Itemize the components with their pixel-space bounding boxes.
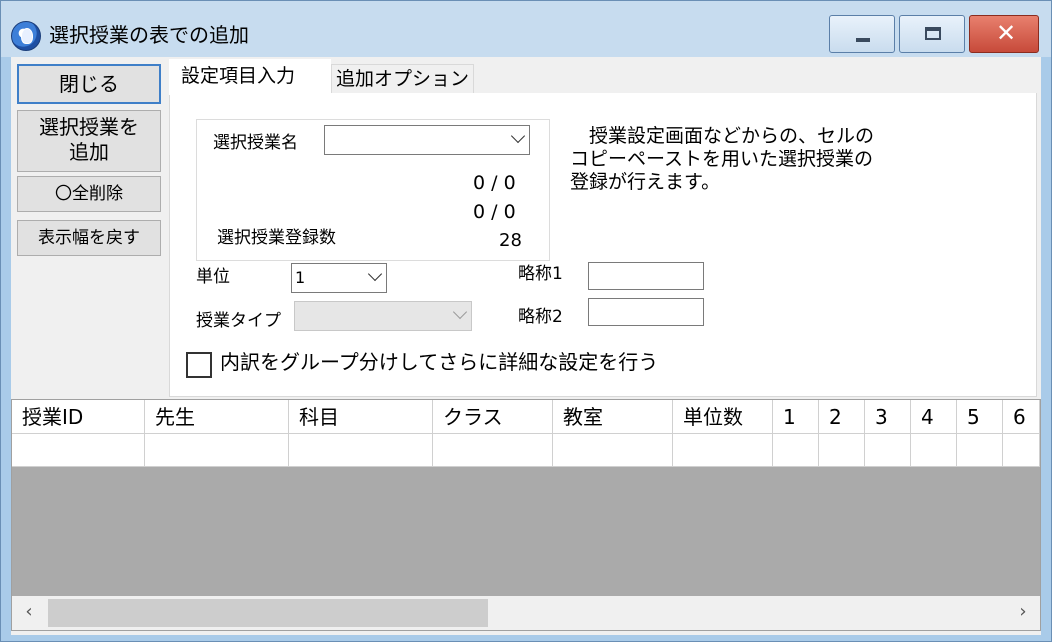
scroll-right-icon[interactable]: › [1006, 596, 1040, 630]
registered-count-value: 28 [499, 230, 522, 251]
chevron-down-icon [510, 128, 526, 144]
table-header: 授業ID 先生 科目 クラス 教室 単位数 1 2 3 4 5 6 [12, 400, 1040, 434]
table-cell[interactable] [433, 434, 553, 467]
count-a: 0 / 0 [473, 172, 516, 194]
close-button[interactable]: 閉じる [17, 64, 161, 104]
add-selected-class-button[interactable]: 選択授業を 追加 [17, 110, 161, 172]
settings-tab-panel: 選択授業名 0 / 0 0 / 0 選択授業登録数 28 授業設定画面などからの… [169, 93, 1037, 397]
table-cell[interactable] [911, 434, 957, 467]
unit-value: 1 [295, 268, 306, 287]
column-header[interactable]: 5 [957, 400, 1003, 434]
table-cell[interactable] [819, 434, 865, 467]
column-header[interactable]: 1 [773, 400, 819, 434]
scrollbar-thumb[interactable] [48, 599, 488, 627]
selected-class-dropdown[interactable] [324, 125, 530, 155]
unit-dropdown[interactable]: 1 [291, 263, 387, 293]
scroll-left-icon[interactable]: ‹ [12, 596, 46, 630]
app-window: 選択授業の表での追加 ✕ 閉じる 選択授業を 追加 〇全削除 表示幅を戻す 設定… [0, 0, 1052, 642]
table-cell[interactable] [553, 434, 673, 467]
column-header[interactable]: 授業ID [12, 400, 145, 434]
maximize-icon [925, 27, 941, 40]
class-type-dropdown[interactable] [294, 301, 472, 331]
abbreviation2-input[interactable] [588, 298, 704, 326]
group-detail-checkbox-label[interactable]: 内訳をグループ分けしてさらに詳細な設定を行う [220, 349, 658, 375]
class-type-label: 授業タイプ [196, 311, 281, 331]
table-cell[interactable] [289, 434, 433, 467]
class-table[interactable]: 授業ID 先生 科目 クラス 教室 単位数 1 2 3 4 5 6 ‹ › [11, 399, 1041, 631]
clear-all-button[interactable]: 〇全削除 [17, 176, 161, 212]
window-title: 選択授業の表での追加 [49, 23, 249, 47]
selected-class-group: 選択授業名 0 / 0 0 / 0 選択授業登録数 28 [196, 119, 550, 261]
close-window-button[interactable]: ✕ [969, 15, 1039, 53]
client-area: 閉じる 選択授業を 追加 〇全削除 表示幅を戻す 設定項目入力 追加オプション … [11, 57, 1041, 635]
abbreviation2-label: 略称2 [518, 307, 563, 327]
table-cell[interactable] [865, 434, 911, 467]
table-cell[interactable] [12, 434, 145, 467]
column-header[interactable]: 先生 [145, 400, 289, 434]
chevron-down-icon [367, 266, 383, 282]
table-cell[interactable] [673, 434, 773, 467]
table-cell[interactable] [957, 434, 1003, 467]
tab-settings-input[interactable]: 設定項目入力 [169, 59, 331, 95]
minimize-button[interactable] [829, 15, 895, 53]
abbreviation1-input[interactable] [588, 262, 704, 290]
table-cell[interactable] [145, 434, 289, 467]
close-icon: ✕ [995, 19, 1017, 47]
horizontal-scrollbar[interactable]: ‹ › [12, 596, 1040, 630]
table-cell[interactable] [1003, 434, 1040, 467]
column-header[interactable]: 4 [911, 400, 957, 434]
abbreviation1-label: 略称1 [518, 264, 563, 284]
unit-label: 単位 [196, 267, 230, 287]
selected-class-label: 選択授業名 [213, 133, 298, 153]
column-header[interactable]: クラス [433, 400, 553, 434]
registered-count-label: 選択授業登録数 [217, 228, 336, 248]
title-bar: 選択授業の表での追加 ✕ [1, 1, 1051, 57]
add-button-label-line1: 選択授業を [39, 115, 139, 139]
minimize-icon [856, 38, 870, 42]
count-b: 0 / 0 [473, 201, 516, 223]
column-header[interactable]: 単位数 [673, 400, 773, 434]
column-header[interactable]: 6 [1003, 400, 1040, 434]
column-header[interactable]: 科目 [289, 400, 433, 434]
reset-width-button[interactable]: 表示幅を戻す [17, 220, 161, 256]
group-detail-checkbox[interactable] [186, 352, 212, 378]
add-button-label-line2: 追加 [69, 140, 109, 164]
column-header[interactable]: 3 [865, 400, 911, 434]
column-header[interactable]: 2 [819, 400, 865, 434]
column-header[interactable]: 教室 [553, 400, 673, 434]
chevron-down-icon [452, 304, 468, 320]
description-text: 授業設定画面などからの、セルの コピーペーストを用いた選択授業の 登録が行えます… [570, 125, 875, 193]
table-row[interactable] [12, 434, 1040, 467]
table-cell[interactable] [773, 434, 819, 467]
maximize-button[interactable] [899, 15, 965, 53]
tab-add-options[interactable]: 追加オプション [331, 64, 474, 94]
app-icon [11, 21, 41, 51]
